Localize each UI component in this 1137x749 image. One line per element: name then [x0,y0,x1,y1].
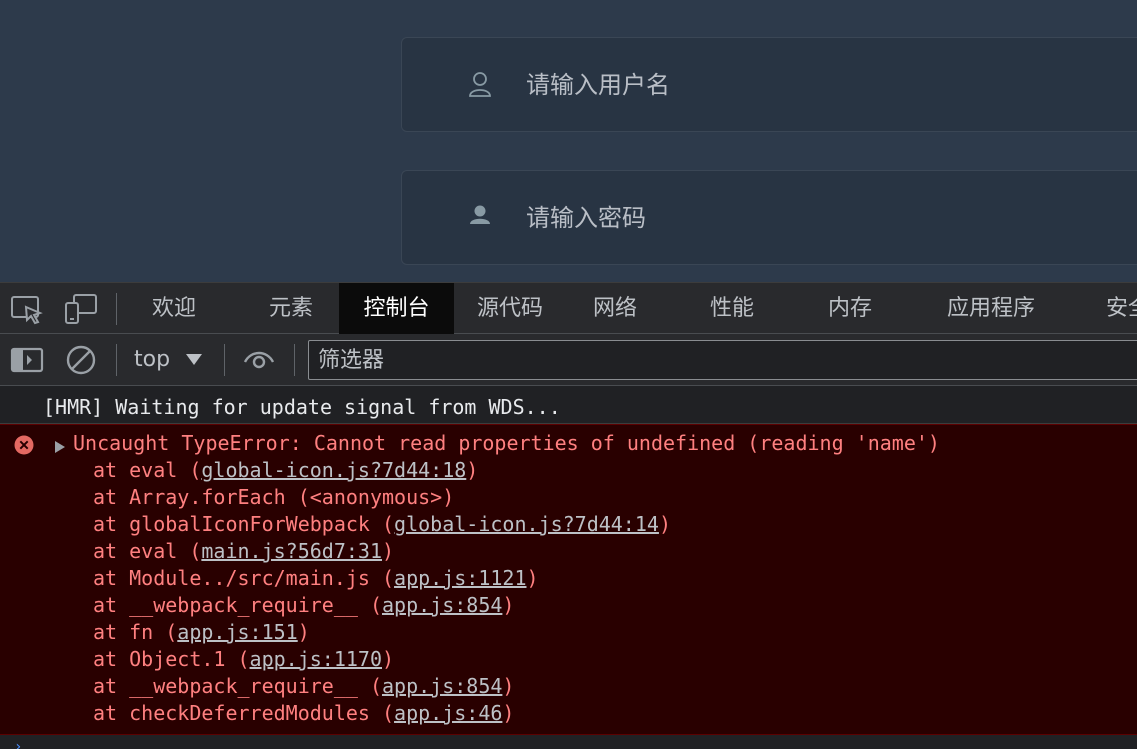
tab-memory[interactable]: 内存 [812,283,888,334]
tab-welcome[interactable]: 欢迎 [128,283,220,334]
error-message-block: Uncaught TypeError: Cannot read properti… [0,424,1137,735]
stack-frame: at Array.forEach (<anonymous>) [93,484,454,511]
stack-frame-function: at Object.1 ( [93,647,250,671]
stack-frame: at fn (app.js:151) [93,619,310,646]
stack-frame: at __webpack_require__ (app.js:854) [93,673,514,700]
stack-frame-source-link[interactable]: app.js:46 [394,701,502,725]
tab-performance[interactable]: 性能 [694,283,770,334]
toolbar-separator [294,344,295,376]
stack-frame-source-link[interactable]: global-icon.js?7d44:18 [201,458,466,482]
sidebar-toggle-icon[interactable] [10,344,44,376]
stack-frame-paren: ) [526,566,539,590]
username-input[interactable] [526,62,1126,108]
stack-frame: at Module../src/main.js (app.js:1121) [93,565,539,592]
stack-frame-paren: ) [466,458,479,482]
device-emulation-icon[interactable] [64,293,98,325]
stack-frame: at Object.1 (app.js:1170) [93,646,394,673]
prompt-caret-icon: › [14,739,23,749]
password-input[interactable] [526,195,1126,241]
tabbar-separator [116,293,117,325]
stack-frame-source-link[interactable]: app.js:1170 [250,647,382,671]
password-user-icon [468,204,492,230]
devtools-panel: 欢迎 元素 控制台 源代码 网络 性能 内存 应用程序 安全 top [0,282,1137,749]
tab-application[interactable]: 应用程序 [935,283,1047,334]
filter-input[interactable] [308,340,1137,380]
username-field-container [401,37,1137,132]
tab-security[interactable]: 安全 [1096,283,1137,334]
tab-network[interactable]: 网络 [578,283,652,334]
login-page [0,0,1137,282]
console-output: [HMR] Waiting for update signal from WDS… [0,386,1137,749]
stack-frame-paren: ) [658,512,671,536]
stack-frame-source-link[interactable]: app.js:854 [382,674,502,698]
stack-frame-function: at eval ( [93,458,202,482]
error-text: Uncaught TypeError: Cannot read properti… [73,431,940,455]
stack-frame-function: at fn ( [93,620,178,644]
user-icon [468,71,492,97]
stack-frame-paren: ) [502,701,515,725]
stack-frame-function: at __webpack_require__ ( [93,593,382,617]
expand-triangle-icon[interactable] [55,441,65,453]
stack-frame-function: at eval ( [93,539,202,563]
context-selector[interactable]: top [134,344,170,376]
stack-frame-function: at checkDeferredModules ( [93,701,395,725]
stack-frame-paren: ) [502,593,515,617]
live-expression-eye-icon[interactable] [242,344,276,376]
tab-console[interactable]: 控制台 [339,283,454,334]
context-dropdown-arrow-icon[interactable] [186,354,202,365]
stack-frame-source-link[interactable]: main.js?56d7:31 [201,539,382,563]
console-toolbar: top [0,334,1137,386]
inspect-element-icon[interactable] [10,293,44,325]
stack-frame-function: at globalIconForWebpack ( [93,512,395,536]
clear-console-icon[interactable] [64,344,98,376]
stack-frame-function: at Module../src/main.js ( [93,566,395,590]
devtools-tabbar: 欢迎 元素 控制台 源代码 网络 性能 内存 应用程序 安全 [0,282,1137,334]
password-field-container [401,170,1137,265]
toolbar-separator [116,344,117,376]
console-prompt[interactable]: › [0,735,1137,749]
stack-frame-paren: ) [382,647,395,671]
stack-frame-paren: ) [297,620,310,644]
stack-frame-source-link[interactable]: app.js:151 [177,620,297,644]
tab-elements[interactable]: 元素 [244,283,338,334]
stack-frame-source-link[interactable]: app.js:854 [382,593,502,617]
stack-frame-function: at Array.forEach (<anonymous>) [93,485,455,509]
log-message: [HMR] Waiting for update signal from WDS… [0,386,1137,424]
stack-frame: at checkDeferredModules (app.js:46) [93,700,514,727]
error-icon [14,435,34,455]
stack-frame-source-link[interactable]: app.js:1121 [394,566,526,590]
stack-frame: at globalIconForWebpack (global-icon.js?… [93,511,671,538]
toolbar-separator [224,344,225,376]
stack-frame-paren: ) [382,539,395,563]
stack-frame-function: at __webpack_require__ ( [93,674,382,698]
stack-frame-paren: ) [502,674,515,698]
stack-frame: at eval (global-icon.js?7d44:18) [93,457,478,484]
stack-frame: at eval (main.js?56d7:31) [93,538,394,565]
stack-frame: at __webpack_require__ (app.js:854) [93,592,514,619]
tab-sources[interactable]: 源代码 [462,283,558,334]
stack-frame-source-link[interactable]: global-icon.js?7d44:14 [394,512,659,536]
